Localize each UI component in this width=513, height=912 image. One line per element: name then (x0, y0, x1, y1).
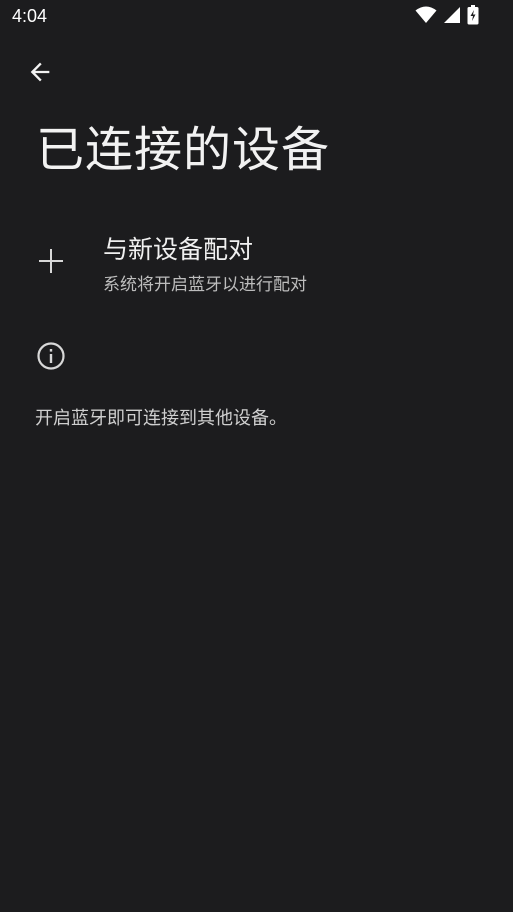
pair-new-device-item[interactable]: 与新设备配对 系统将开启蓝牙以进行配对 (0, 222, 513, 304)
arrow-back-icon (26, 58, 54, 90)
plus-icon (36, 246, 66, 276)
wifi-icon (415, 6, 437, 28)
pair-new-device-title: 与新设备配对 (103, 235, 254, 264)
back-button[interactable] (22, 56, 58, 92)
page-title: 已连接的设备 (36, 122, 331, 178)
status-bar: 4:04 (0, 0, 513, 34)
pair-new-device-subtitle: 系统将开启蓝牙以进行配对 (103, 275, 307, 295)
info-icon (36, 341, 66, 371)
status-time: 4:04 (12, 6, 48, 26)
bluetooth-info-text: 开启蓝牙即可连接到其他设备。 (35, 408, 287, 429)
status-icons (415, 5, 479, 29)
cellular-signal-icon (443, 6, 461, 28)
battery-charging-icon (467, 5, 479, 29)
